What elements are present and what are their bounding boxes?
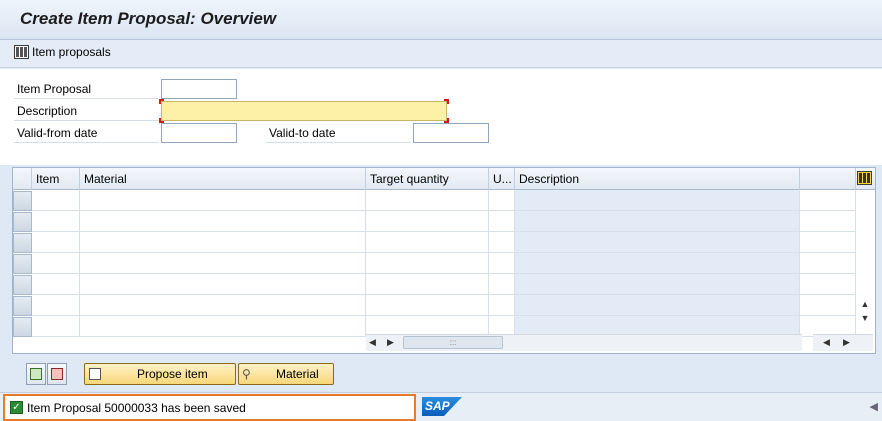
scroll-right-icon[interactable]: ▶ (387, 337, 394, 348)
table-cell[interactable] (32, 253, 80, 274)
table-cell[interactable] (32, 274, 80, 295)
item-proposals-label: Item proposals (32, 45, 111, 59)
row-selector[interactable] (13, 212, 32, 232)
valid-to-label: Valid-to date (266, 123, 411, 143)
copy-icon (89, 368, 101, 380)
table-header: Item Material Target quantity U... Descr… (13, 168, 875, 190)
table-cell[interactable] (366, 190, 489, 211)
column-header-unit[interactable]: U... (489, 168, 515, 190)
scroll-down-icon[interactable]: ▼ (857, 313, 873, 323)
page-title: Create Item Proposal: Overview (20, 9, 277, 28)
valid-from-input[interactable] (161, 123, 237, 143)
column-header-extra (800, 168, 856, 190)
table-cell (515, 274, 800, 295)
table-cell[interactable] (800, 190, 856, 211)
table-cell[interactable] (800, 274, 856, 295)
item-proposal-input[interactable] (161, 79, 237, 99)
sap-logo: SAP (422, 397, 462, 416)
material-icon: ⚲ (242, 367, 251, 381)
table-cell[interactable] (489, 190, 515, 211)
table-cell (515, 211, 800, 232)
table-cell[interactable] (32, 190, 80, 211)
required-corner-tr (444, 99, 449, 104)
status-expand-icon[interactable]: ◀ (870, 400, 878, 413)
valid-to-input[interactable] (413, 123, 489, 143)
required-corner-tl (159, 99, 164, 104)
table-cell[interactable] (800, 211, 856, 232)
table-cell[interactable] (80, 232, 366, 253)
material-button[interactable]: ⚲ Material (238, 363, 334, 385)
scroll-up-icon[interactable]: ▲ (857, 299, 873, 309)
column-header-material[interactable]: Material (80, 168, 366, 190)
table-cell[interactable] (80, 190, 366, 211)
table-cell[interactable] (80, 274, 366, 295)
table-cell[interactable] (489, 211, 515, 232)
vertical-scrollbar[interactable]: ▲ ▼ (857, 299, 873, 323)
description-input[interactable] (161, 101, 447, 121)
table-cell[interactable] (366, 211, 489, 232)
scroll-left-icon-2[interactable]: ◀ (823, 337, 830, 348)
table-cell[interactable] (366, 274, 489, 295)
table-cell[interactable] (32, 295, 80, 316)
insert-row-button[interactable] (26, 363, 46, 385)
table-cell[interactable] (366, 232, 489, 253)
table-cell[interactable] (80, 211, 366, 232)
scroll-right-icon-2[interactable]: ▶ (843, 337, 850, 348)
items-table: Item Material Target quantity U... Descr… (12, 167, 876, 354)
table-cell[interactable] (366, 253, 489, 274)
select-all-column[interactable] (13, 168, 32, 190)
description-label: Description (14, 101, 159, 121)
row-selector[interactable] (13, 317, 32, 337)
valid-from-label: Valid-from date (14, 123, 159, 143)
table-cell[interactable] (800, 295, 856, 316)
success-check-icon: ✓ (10, 401, 23, 414)
table-cell[interactable] (80, 295, 366, 316)
column-header-description[interactable]: Description (515, 168, 800, 190)
title-bar: Create Item Proposal: Overview (0, 0, 882, 40)
insert-row-icon (30, 368, 42, 380)
table-cell (515, 232, 800, 253)
status-bar: ✓ Item Proposal 50000033 has been saved … (0, 392, 882, 421)
delete-row-icon (51, 368, 63, 380)
delete-row-button[interactable] (47, 363, 67, 385)
table-cell[interactable] (800, 232, 856, 253)
table-cell[interactable] (489, 253, 515, 274)
item-proposals-button[interactable]: Item proposals (14, 45, 111, 59)
table-cell[interactable] (32, 316, 80, 337)
table-settings-icon[interactable] (857, 171, 872, 185)
header-form: Item Proposal Description Valid-from dat… (0, 69, 882, 165)
column-header-target-quantity[interactable]: Target quantity (366, 168, 489, 190)
row-selector[interactable] (13, 191, 32, 211)
row-selector[interactable] (13, 275, 32, 295)
propose-item-button[interactable]: Propose item (84, 363, 236, 385)
material-label: Material (276, 367, 319, 381)
row-selector[interactable] (13, 296, 32, 316)
propose-item-label: Propose item (137, 367, 208, 381)
table-cell (515, 295, 800, 316)
item-proposal-label: Item Proposal (14, 79, 159, 99)
table-cell[interactable] (489, 274, 515, 295)
scroll-left-icon[interactable]: ◀ (369, 337, 376, 348)
table-cell (515, 253, 800, 274)
table-cell[interactable] (489, 232, 515, 253)
table-columns-icon (14, 45, 29, 59)
table-cell[interactable] (80, 253, 366, 274)
table-cell[interactable] (32, 232, 80, 253)
table-cell[interactable] (489, 295, 515, 316)
table-cell (515, 190, 800, 211)
table-cell[interactable] (800, 253, 856, 274)
horizontal-scroll-thumb[interactable]: ::: (403, 336, 503, 349)
table-cell[interactable] (366, 295, 489, 316)
status-message-box[interactable]: ✓ Item Proposal 50000033 has been saved (3, 394, 416, 421)
table-cell[interactable] (32, 211, 80, 232)
application-toolbar: Item proposals (0, 40, 882, 68)
column-header-item[interactable]: Item (32, 168, 80, 190)
status-message: Item Proposal 50000033 has been saved (27, 401, 246, 415)
row-selector[interactable] (13, 233, 32, 253)
table-cell[interactable] (80, 316, 366, 337)
row-selector[interactable] (13, 254, 32, 274)
